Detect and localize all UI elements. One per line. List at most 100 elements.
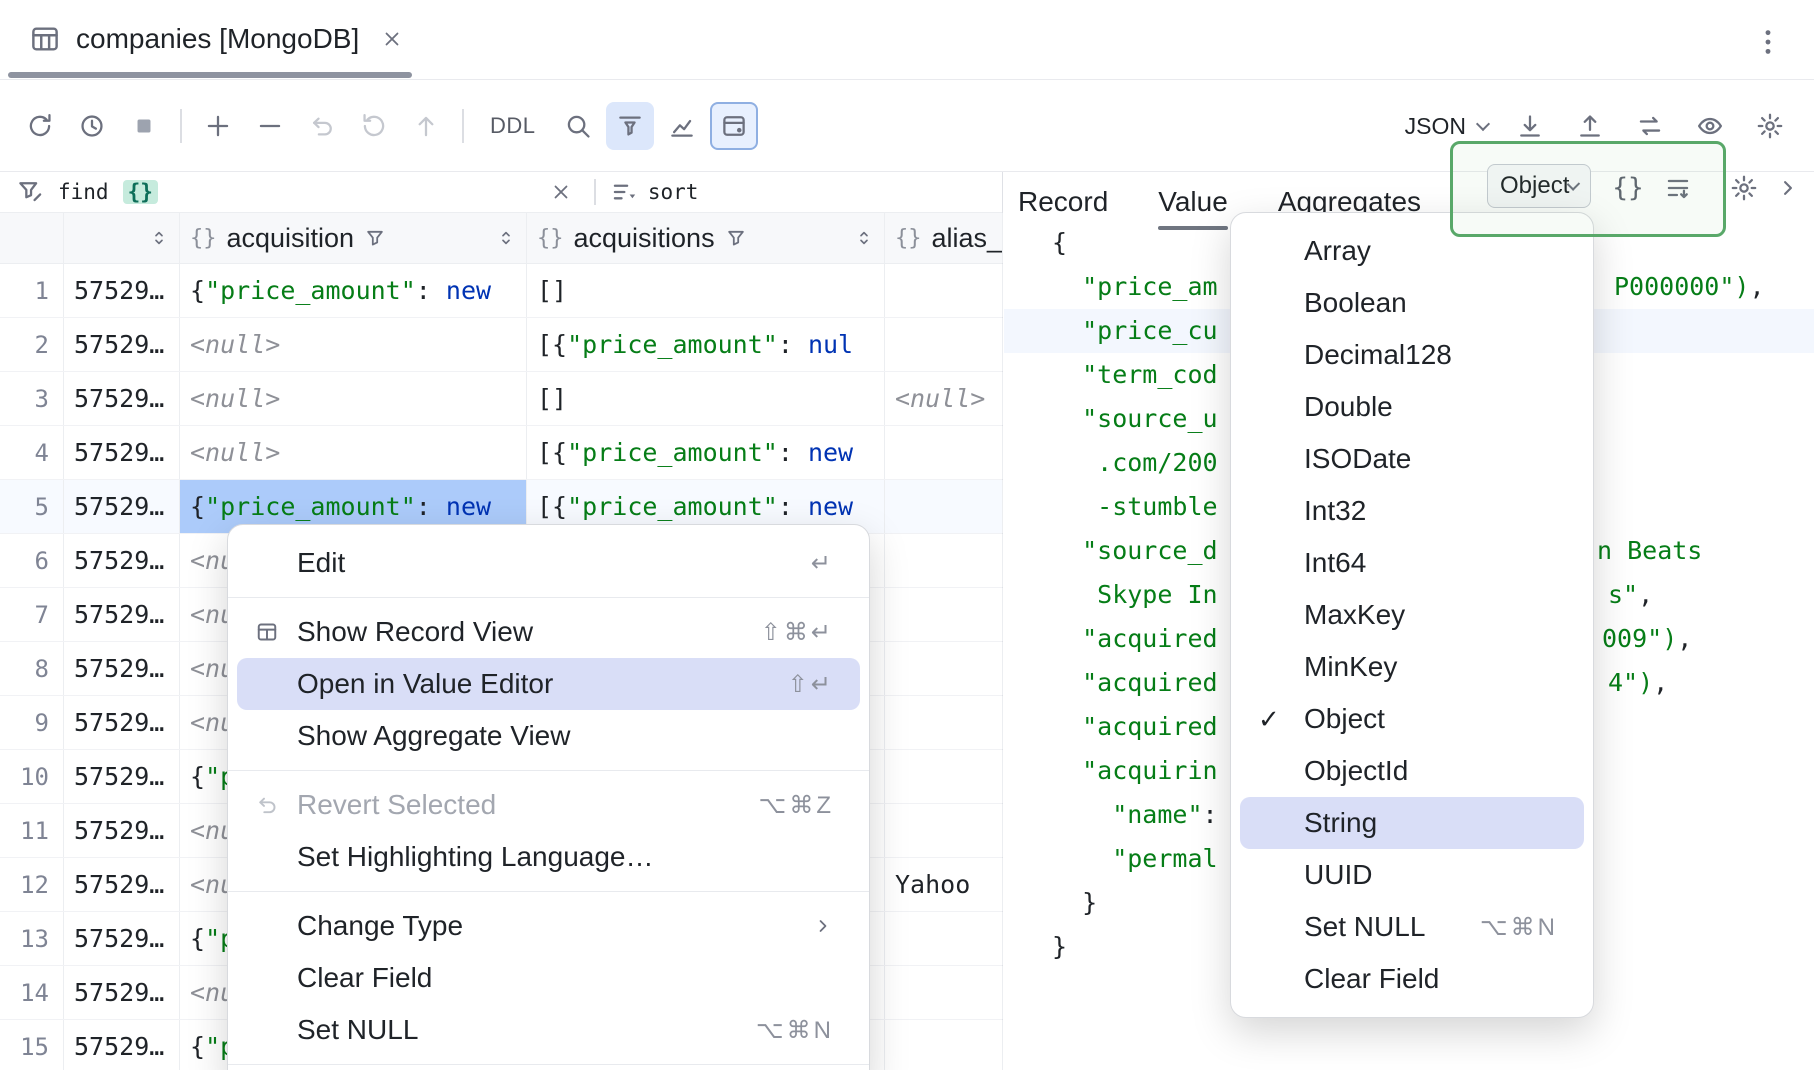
search-icon[interactable] — [554, 102, 602, 150]
id-cell[interactable]: 57529… — [64, 804, 180, 857]
row-number-header[interactable] — [0, 213, 64, 263]
id-cell[interactable]: 57529… — [64, 696, 180, 749]
type-option-double[interactable]: Double — [1240, 381, 1584, 433]
filter-rows-icon[interactable] — [606, 102, 654, 150]
row-number[interactable]: 1 — [0, 264, 64, 317]
row-number[interactable]: 3 — [0, 372, 64, 425]
alias-cell[interactable] — [885, 480, 1003, 533]
eye-icon[interactable] — [1686, 102, 1734, 150]
acquisitions-cell[interactable]: [] — [527, 264, 885, 317]
column-header-acquisition[interactable]: {}acquisition — [180, 213, 527, 263]
alias-cell[interactable] — [885, 426, 1003, 479]
id-cell[interactable]: 57529… — [64, 858, 180, 911]
acquisitions-cell[interactable]: [{"price_amount": new — [527, 426, 885, 479]
tab-companies-mongodb[interactable]: companies [MongoDB] — [18, 0, 415, 78]
alias-cell[interactable] — [885, 318, 1003, 371]
row-number[interactable]: 11 — [0, 804, 64, 857]
id-cell[interactable]: 57529… — [64, 966, 180, 1019]
row-number[interactable]: 4 — [0, 426, 64, 479]
format-selector[interactable]: JSON — [1395, 102, 1498, 150]
menu-item-set-highlighting-language[interactable]: Set Highlighting Language… — [237, 831, 860, 883]
tab-record[interactable]: Record — [1018, 172, 1108, 232]
row-number[interactable]: 15 — [0, 1020, 64, 1070]
value-type-selector[interactable]: Object — [1487, 164, 1591, 208]
type-option-boolean[interactable]: Boolean — [1240, 277, 1584, 329]
filter-edit-icon[interactable] — [16, 178, 44, 206]
refresh-icon[interactable] — [16, 102, 64, 150]
stop-icon[interactable] — [120, 102, 168, 150]
acquisitions-cell[interactable]: [{"price_amount": nul — [527, 318, 885, 371]
row-number[interactable]: 2 — [0, 318, 64, 371]
row-number[interactable]: 5 — [0, 480, 64, 533]
id-cell[interactable]: 57529… — [64, 264, 180, 317]
filter-icon[interactable] — [725, 227, 747, 249]
id-cell[interactable]: 57529… — [64, 588, 180, 641]
settings-icon[interactable] — [1746, 102, 1794, 150]
row-number[interactable]: 10 — [0, 750, 64, 803]
row-number[interactable]: 9 — [0, 696, 64, 749]
menu-item-open-in-value-editor[interactable]: Open in Value Editor⇧↵ — [237, 658, 860, 710]
id-column-header[interactable] — [64, 213, 180, 263]
type-option-decimal128[interactable]: Decimal128 — [1240, 329, 1584, 381]
close-icon[interactable] — [381, 28, 403, 50]
sort-icon[interactable] — [610, 178, 638, 206]
alias-cell[interactable] — [885, 912, 1003, 965]
id-cell[interactable]: 57529… — [64, 426, 180, 479]
sort-toggle-icon[interactable] — [854, 228, 874, 248]
sort-toggle-icon[interactable] — [149, 228, 169, 248]
add-row-icon[interactable] — [194, 102, 242, 150]
type-option-object[interactable]: ✓Object — [1240, 693, 1584, 745]
soft-wrap-icon[interactable] — [1656, 166, 1700, 210]
row-number[interactable]: 8 — [0, 642, 64, 695]
id-cell[interactable]: 57529… — [64, 912, 180, 965]
alias-cell[interactable] — [885, 966, 1003, 1019]
row-number[interactable]: 12 — [0, 858, 64, 911]
menu-item-show-aggregate-view[interactable]: Show Aggregate View — [237, 710, 860, 762]
acquisition-cell[interactable]: <null> — [180, 318, 527, 371]
menu-item-edit[interactable]: Edit↵ — [237, 537, 860, 589]
tab-value[interactable]: Value — [1158, 172, 1228, 232]
undo-icon[interactable] — [298, 102, 346, 150]
type-option-set-null[interactable]: Set NULL⌥⌘N — [1240, 901, 1584, 953]
chevron-right-icon[interactable] — [1766, 166, 1810, 210]
type-option-isodate[interactable]: ISODate — [1240, 433, 1584, 485]
row-number[interactable]: 13 — [0, 912, 64, 965]
id-cell[interactable]: 57529… — [64, 642, 180, 695]
type-option-clear-field[interactable]: Clear Field — [1240, 953, 1584, 1005]
compare-icon[interactable] — [1626, 102, 1674, 150]
sort-toggle-icon[interactable] — [496, 228, 516, 248]
alias-cell[interactable]: <null> — [885, 372, 1003, 425]
type-option-uuid[interactable]: UUID — [1240, 849, 1584, 901]
alias-cell[interactable]: Yahoo — [885, 858, 1003, 911]
history-icon[interactable] — [68, 102, 116, 150]
row-number[interactable]: 7 — [0, 588, 64, 641]
settings-icon[interactable] — [1722, 166, 1766, 210]
chart-icon[interactable] — [658, 102, 706, 150]
remove-row-icon[interactable] — [246, 102, 294, 150]
alias-cell[interactable] — [885, 264, 1003, 317]
type-option-int32[interactable]: Int32 — [1240, 485, 1584, 537]
revert-icon[interactable] — [350, 102, 398, 150]
sort-label[interactable]: sort — [648, 180, 699, 204]
type-option-maxkey[interactable]: MaxKey — [1240, 589, 1584, 641]
acquisition-cell[interactable]: <null> — [180, 372, 527, 425]
acquisition-cell[interactable]: {"price_amount": new — [180, 264, 527, 317]
alias-cell[interactable] — [885, 696, 1003, 749]
type-option-objectid[interactable]: ObjectId — [1240, 745, 1584, 797]
menu-item-show-record-view[interactable]: Show Record View⇧⌘↵ — [237, 606, 860, 658]
alias-cell[interactable] — [885, 534, 1003, 587]
type-option-minkey[interactable]: MinKey — [1240, 641, 1584, 693]
ddl-button[interactable]: DDL — [476, 105, 550, 147]
record-view-toggle-icon[interactable] — [710, 102, 758, 150]
filter-braces-badge[interactable]: {} — [123, 180, 158, 204]
id-cell[interactable]: 57529… — [64, 534, 180, 587]
menu-item-set-null[interactable]: Set NULL⌥⌘N — [237, 1004, 860, 1056]
export-icon[interactable] — [1506, 102, 1554, 150]
acquisitions-cell[interactable]: [] — [527, 372, 885, 425]
alias-cell[interactable] — [885, 804, 1003, 857]
submit-icon[interactable] — [402, 102, 450, 150]
column-header-acquisitions[interactable]: {}acquisitions — [527, 213, 885, 263]
id-cell[interactable]: 57529… — [64, 750, 180, 803]
type-option-string[interactable]: String — [1240, 797, 1584, 849]
acquisition-cell[interactable]: <null> — [180, 426, 527, 479]
